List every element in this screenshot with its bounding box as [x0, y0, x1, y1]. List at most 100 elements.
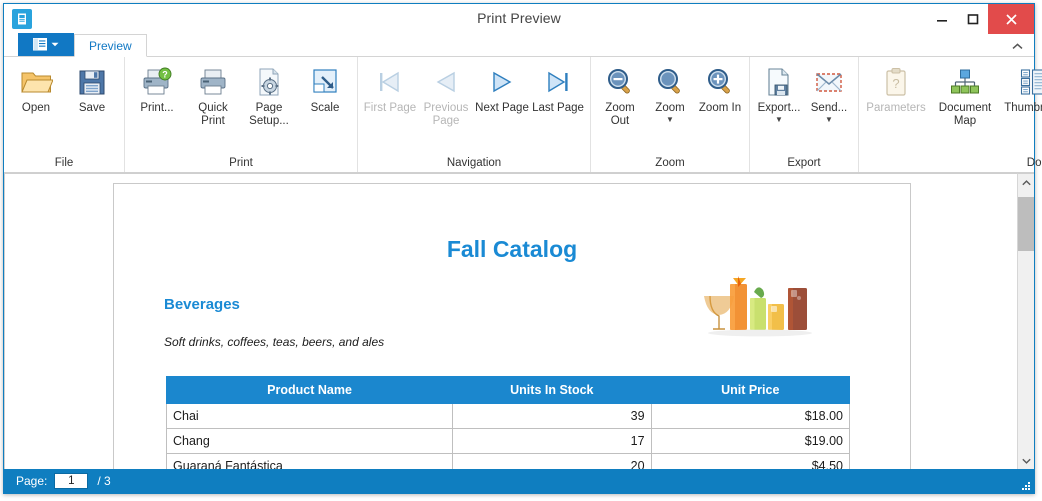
app-menu-chevron-down-icon — [51, 42, 59, 47]
close-button[interactable] — [988, 4, 1034, 34]
ribbon-group-export-label: Export — [787, 156, 821, 169]
cell-unit-price: $19.00 — [650, 428, 851, 454]
collapse-ribbon-chevron-up-icon[interactable] — [1010, 39, 1024, 53]
resize-grip[interactable] — [1019, 479, 1030, 490]
tab-preview[interactable]: Preview — [74, 34, 147, 57]
svg-text:?: ? — [892, 76, 899, 91]
window-buttons — [926, 4, 1034, 34]
cell-product-name: Chai — [165, 403, 454, 429]
first-page-button-label: First Page — [363, 102, 417, 114]
status-bar: Page: 1 / 3 — [4, 469, 1034, 493]
scale-arrow-icon — [310, 65, 340, 99]
thumbnails-button[interactable]: Thumbnails — [1001, 62, 1042, 115]
svg-text:?: ? — [162, 69, 168, 79]
products-table: Product Name Units In Stock Unit Price C… — [165, 376, 851, 469]
cell-product-name: Chang — [165, 428, 454, 454]
open-button-label: Open — [21, 102, 51, 114]
page-number-input[interactable]: 1 — [54, 473, 89, 489]
cell-units-in-stock: 39 — [452, 403, 652, 429]
next-page-button-label: Next Page — [475, 102, 529, 114]
page-setup-button[interactable]: Page Setup... — [241, 62, 297, 128]
preview-vertical-scrollbar[interactable] — [1017, 173, 1034, 469]
print-preview-window: Print Preview Preview Open Save File ? P… — [3, 3, 1042, 494]
last-page-button-label: Last Page — [532, 102, 584, 114]
ribbon-group-zoom: Zoom Out Zoom ▼ Zoom In Zoom — [590, 57, 749, 172]
open-button[interactable]: Open — [8, 62, 64, 115]
parameters-clipboard-icon: ? — [884, 65, 908, 99]
ribbon-group-zoom-label: Zoom — [655, 156, 685, 169]
last-page-button[interactable]: Last Page — [530, 62, 586, 115]
export-button-label: Export... — [757, 102, 801, 114]
cell-units-in-stock: 20 — [452, 453, 652, 469]
print-button-label: Print... — [140, 102, 174, 114]
first-page-button[interactable]: First Page — [362, 62, 418, 115]
thumbnails-icon — [1019, 65, 1042, 99]
title-bar: Print Preview — [4, 4, 1034, 34]
preview-area: Fall Catalog Beverages Soft drinks, coff… — [4, 173, 1034, 469]
zoom-chevron-down-icon: ▼ — [666, 115, 674, 124]
zoom-in-icon — [705, 65, 735, 99]
quick-printer-icon — [197, 65, 229, 99]
tab-preview-label: Preview — [89, 38, 132, 53]
print-button[interactable]: ? Print... — [129, 62, 185, 115]
column-header-product-name: Product Name — [165, 376, 454, 404]
parameters-button[interactable]: ? Parameters — [863, 62, 929, 115]
table-row: Guaraná Fantástica 20 $4.50 — [165, 453, 851, 469]
ribbon-group-export: Export... ▼ Send... ▼ Export — [749, 57, 858, 172]
zoom-out-button[interactable]: Zoom Out — [595, 62, 645, 128]
table-row: Chang 17 $19.00 — [165, 428, 851, 454]
ribbon-group-document: ? Parameters Document Map Thumb Do — [858, 57, 1042, 172]
maximize-button[interactable] — [957, 4, 988, 34]
scrollbar-track[interactable] — [1018, 191, 1034, 452]
zoom-icon — [655, 65, 685, 99]
zoom-dropdown-button-label: Zoom — [655, 102, 685, 114]
scrollbar-thumb[interactable] — [1018, 197, 1034, 251]
table-row: Chai 39 $18.00 — [165, 403, 851, 429]
send-chevron-down-icon: ▼ — [825, 115, 833, 124]
thumbnails-button-label: Thumbnails — [1004, 102, 1042, 114]
document-map-button[interactable]: Document Map — [929, 62, 1001, 128]
app-icon — [12, 9, 32, 29]
document-title: Fall Catalog — [446, 236, 578, 262]
page-setup-gear-icon — [254, 65, 284, 99]
zoom-out-icon — [605, 65, 635, 99]
scroll-up-arrow-icon[interactable] — [1018, 174, 1034, 191]
previous-page-button[interactable]: Previous Page — [418, 62, 474, 128]
printer-question-icon: ? — [141, 65, 173, 99]
scale-button[interactable]: Scale — [297, 62, 353, 115]
quick-print-button-label: Quick Print — [198, 102, 228, 127]
cell-units-in-stock: 17 — [452, 428, 652, 454]
previous-page-button-label: Previous Page — [423, 102, 469, 127]
ribbon: Open Save File ? Print... Quick Print Pa… — [4, 57, 1042, 173]
send-button[interactable]: Send... ▼ — [804, 62, 854, 124]
column-header-units-in-stock: Units In Stock — [452, 376, 652, 404]
app-menu-button[interactable] — [18, 33, 74, 56]
cell-unit-price: $4.50 — [650, 453, 851, 469]
next-page-icon — [488, 65, 516, 99]
first-page-icon — [376, 65, 404, 99]
table-header-row: Product Name Units In Stock Unit Price — [165, 376, 851, 404]
ribbon-group-file-label: File — [54, 156, 74, 169]
scroll-down-arrow-icon[interactable] — [1018, 452, 1034, 469]
previous-page-icon — [432, 65, 460, 99]
save-button[interactable]: Save — [64, 62, 120, 115]
send-mail-icon — [814, 65, 844, 99]
window-title: Print Preview — [477, 10, 561, 26]
ribbon-group-document-label: Document — [1026, 156, 1042, 169]
quick-print-button[interactable]: Quick Print — [185, 62, 241, 128]
app-menu-icon — [33, 38, 48, 51]
zoom-in-button[interactable]: Zoom In — [695, 62, 745, 115]
preview-viewport[interactable]: Fall Catalog Beverages Soft drinks, coff… — [4, 173, 1017, 469]
scale-button-label: Scale — [310, 102, 340, 114]
ribbon-tab-strip: Preview — [4, 33, 1034, 57]
document-map-button-label: Document Map — [938, 102, 992, 127]
save-button-label: Save — [78, 102, 106, 114]
zoom-in-button-label: Zoom In — [698, 102, 742, 114]
next-page-button[interactable]: Next Page — [474, 62, 530, 115]
ribbon-group-navigation: First Page Previous Page Next Page Last … — [357, 57, 590, 172]
ribbon-group-print: ? Print... Quick Print Page Setup... Sca… — [124, 57, 357, 172]
minimize-button[interactable] — [926, 4, 957, 34]
export-button[interactable]: Export... ▼ — [754, 62, 804, 124]
zoom-dropdown-button[interactable]: Zoom ▼ — [645, 62, 695, 124]
zoom-out-button-label: Zoom Out — [605, 102, 635, 127]
